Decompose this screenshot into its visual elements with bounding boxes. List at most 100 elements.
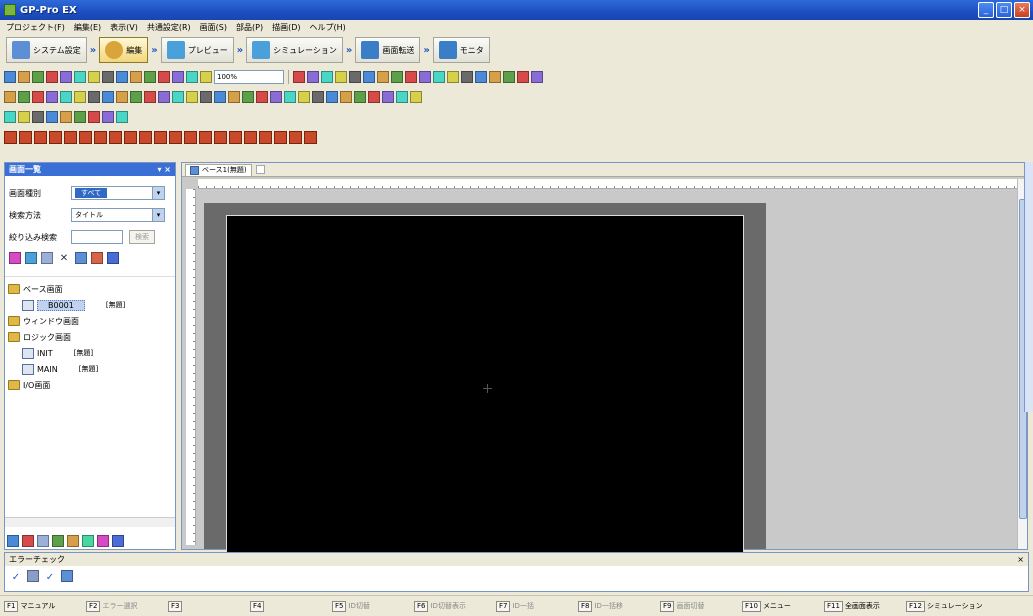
maximize-button[interactable]: □ <box>996 2 1012 18</box>
fkey-f10[interactable]: F10 メニュー <box>742 600 820 612</box>
quick-part-icon[interactable] <box>4 130 17 144</box>
simulation-button[interactable]: シミュレーション <box>246 37 343 63</box>
tree-group-logic[interactable]: ロジック画面 <box>8 329 172 345</box>
align-center-icon[interactable] <box>32 111 44 123</box>
display-icon[interactable] <box>242 91 254 103</box>
alarm-icon[interactable] <box>298 91 310 103</box>
window-icon[interactable] <box>396 91 408 103</box>
monitor-button[interactable]: モニタ <box>432 37 490 63</box>
quick-part-icon[interactable] <box>34 130 47 144</box>
grid-icon[interactable] <box>158 71 170 83</box>
check-settings-icon[interactable]: ✓ <box>43 570 57 584</box>
quick-part-icon[interactable] <box>169 130 182 144</box>
fkey-f3[interactable]: F3 <box>168 600 246 612</box>
menu-screen[interactable]: 画面(S) <box>200 22 227 33</box>
person-icon[interactable] <box>461 71 473 83</box>
minimize-button[interactable]: _ <box>978 2 994 18</box>
tree-group-base[interactable]: ベース画面 <box>8 281 172 297</box>
chart-icon[interactable] <box>503 71 515 83</box>
menu-draw[interactable]: 描画(D) <box>272 22 300 33</box>
tree-item-b0001[interactable]: B0001 [無題] <box>8 297 172 313</box>
wrench-icon[interactable] <box>531 71 543 83</box>
filter-icon[interactable] <box>200 71 212 83</box>
space-icon[interactable] <box>46 111 58 123</box>
cut-icon[interactable] <box>102 71 114 83</box>
quick-part-icon[interactable] <box>94 130 107 144</box>
history-icon[interactable] <box>354 91 366 103</box>
new-screen-icon[interactable] <box>9 252 21 264</box>
quick-part-icon[interactable] <box>64 130 77 144</box>
tag-icon[interactable] <box>475 71 487 83</box>
screen-canvas[interactable] <box>226 215 744 553</box>
edit-button[interactable]: 編集 <box>99 37 149 63</box>
lamp-icon[interactable] <box>307 71 319 83</box>
system-settings-button[interactable]: システム設定 <box>6 37 87 63</box>
recipe-icon[interactable] <box>368 91 380 103</box>
scale-icon[interactable] <box>172 91 184 103</box>
align-top-icon[interactable] <box>18 111 30 123</box>
arc-icon[interactable] <box>116 91 128 103</box>
zoom-icon[interactable] <box>293 71 305 83</box>
text-icon[interactable] <box>18 91 30 103</box>
open-screen-icon[interactable] <box>25 252 37 264</box>
import-icon[interactable] <box>107 252 119 264</box>
fkey-f4[interactable]: F4 <box>250 600 328 612</box>
window-icon[interactable] <box>489 71 501 83</box>
fkey-f5[interactable]: F5 ID切替 <box>332 600 410 612</box>
switch-icon[interactable] <box>335 71 347 83</box>
circle-icon[interactable] <box>88 91 100 103</box>
line-icon[interactable] <box>46 91 58 103</box>
properties-icon[interactable] <box>75 252 87 264</box>
picture-icon[interactable] <box>312 91 324 103</box>
layer-icon[interactable] <box>88 71 100 83</box>
delete-icon[interactable]: ✕ <box>57 251 71 265</box>
error-list-icon[interactable] <box>61 570 73 582</box>
check-all-icon[interactable] <box>27 570 39 582</box>
tab-list-icon[interactable] <box>255 165 265 174</box>
quick-part-icon[interactable] <box>244 130 257 144</box>
delete-icon[interactable] <box>186 71 198 83</box>
alarm-icon[interactable] <box>377 71 389 83</box>
front-icon[interactable] <box>102 111 114 123</box>
pointer-icon[interactable] <box>4 91 16 103</box>
bolt-icon[interactable] <box>447 71 459 83</box>
fkey-f11[interactable]: F11 全画面表示 <box>824 600 902 612</box>
rotate-icon[interactable] <box>74 111 86 123</box>
screen-type-select[interactable]: すべて ▾ <box>71 186 165 200</box>
flip-icon[interactable] <box>88 111 100 123</box>
tree-item-init[interactable]: INIT [無題] <box>8 345 172 361</box>
pen-icon[interactable] <box>349 71 361 83</box>
sort-icon[interactable] <box>67 535 79 547</box>
fill-icon[interactable] <box>186 91 198 103</box>
quick-part-icon[interactable] <box>139 130 152 144</box>
tree-item-main[interactable]: MAIN [無題] <box>8 361 172 377</box>
data-icon[interactable] <box>321 71 333 83</box>
fkey-f1[interactable]: F1 マニュアル <box>4 600 82 612</box>
menu-edit[interactable]: 編集(E) <box>74 22 101 33</box>
panel-close-icon[interactable]: ▾ × <box>157 165 171 174</box>
print-icon[interactable] <box>382 91 394 103</box>
export-icon[interactable] <box>82 535 94 547</box>
fkey-f7[interactable]: F7 ID一括 <box>496 600 574 612</box>
tree-group-io[interactable]: I/O画面 <box>8 377 172 393</box>
pen-icon[interactable] <box>130 91 142 103</box>
table-icon[interactable] <box>158 91 170 103</box>
check-icon[interactable]: ✓ <box>9 570 23 584</box>
bar-icon[interactable] <box>228 91 240 103</box>
quick-part-icon[interactable] <box>274 130 287 144</box>
keypad-icon[interactable] <box>270 91 282 103</box>
quick-part-icon[interactable] <box>289 130 302 144</box>
draw-icon[interactable] <box>144 91 156 103</box>
preview-button[interactable]: プレビュー <box>160 37 234 63</box>
menu-view[interactable]: 表示(V) <box>110 22 138 33</box>
copy-icon[interactable] <box>46 71 58 83</box>
zoom-select[interactable]: 100% <box>214 70 284 84</box>
export-icon[interactable] <box>91 252 103 264</box>
quick-part-icon[interactable] <box>304 130 317 144</box>
copy-screen-icon[interactable] <box>41 252 53 264</box>
data-icon[interactable] <box>340 91 352 103</box>
tool-icon[interactable] <box>517 71 529 83</box>
quick-part-icon[interactable] <box>79 130 92 144</box>
trend-icon[interactable] <box>326 91 338 103</box>
save-icon[interactable] <box>32 71 44 83</box>
